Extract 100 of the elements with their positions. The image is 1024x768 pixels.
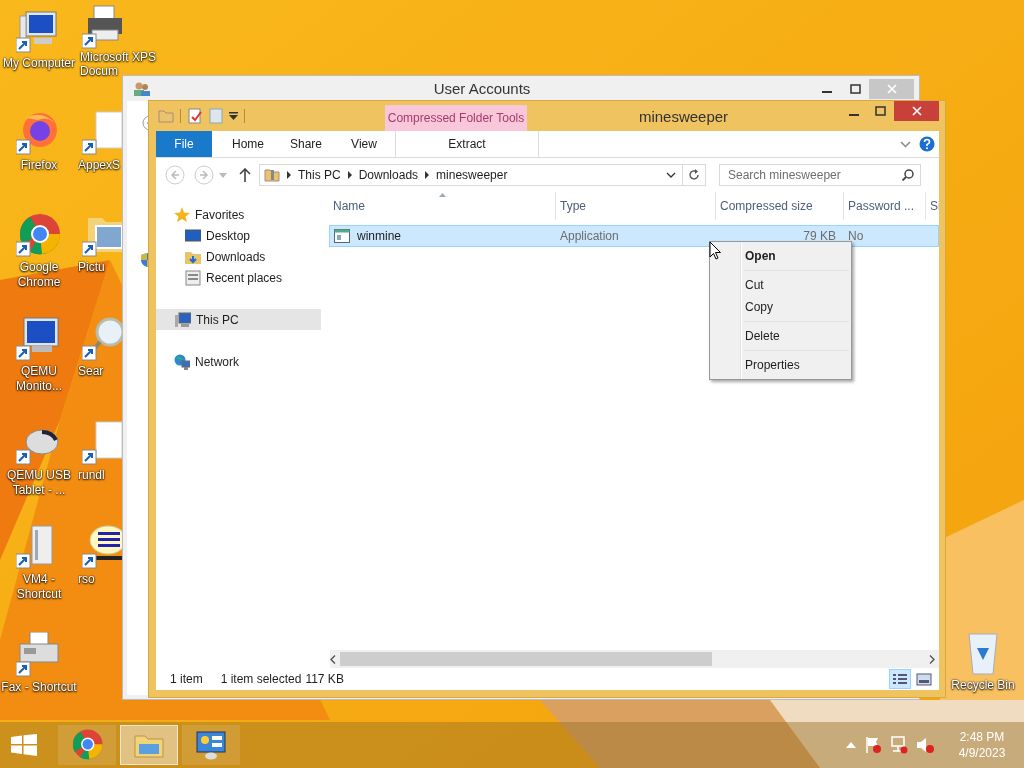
minimize-icon [848, 113, 859, 116]
search-icon [902, 169, 914, 181]
desktop-icon-label: QEMU Monito... [15, 364, 63, 394]
maximize-icon [875, 106, 886, 116]
address-bar[interactable]: This PC Downloads minesweeper [259, 164, 683, 186]
details-view-icon [892, 672, 908, 686]
refresh-icon [688, 169, 700, 181]
recent-icon [185, 269, 201, 286]
desktop-icon-label: Fax - Shortcut [0, 680, 78, 695]
column-header[interactable]: Type [555, 192, 715, 220]
help-icon[interactable] [919, 136, 935, 152]
control-panel-icon [195, 730, 227, 760]
favorites-icon [174, 206, 190, 223]
table-cell: Application [560, 229, 619, 243]
close-button[interactable] [894, 101, 939, 121]
desktop-icon-label: QEMU USB Tablet - ... [6, 468, 72, 498]
ribbon-tab[interactable]: Home [222, 131, 274, 157]
sort-caret-icon [439, 193, 446, 197]
desktop-icon [185, 227, 201, 244]
details-view-button[interactable] [889, 669, 911, 689]
window-title: minesweeper [637, 107, 730, 125]
blank-shortcut-icon[interactable] [82, 110, 122, 156]
chrome-icon [70, 728, 104, 762]
search-shortcut-icon[interactable] [82, 316, 122, 362]
close-icon [911, 106, 922, 116]
maximize-icon [849, 83, 861, 94]
refresh-button[interactable] [683, 164, 706, 186]
up-arrow-icon [239, 168, 251, 182]
properties-icon[interactable] [187, 108, 203, 124]
table-cell: winmine [357, 229, 401, 243]
breadcrumb[interactable]: minesweeper [436, 168, 508, 182]
nav-item[interactable]: Network [156, 351, 321, 372]
nav-item[interactable]: Desktop [156, 225, 321, 246]
window-title: User Accounts [432, 80, 532, 97]
pc-icon [175, 311, 191, 328]
selection-size: 117 KB [305, 672, 344, 686]
ribbon-tab[interactable]: View [338, 131, 390, 157]
close-icon [886, 83, 897, 94]
folder-icon [134, 732, 164, 758]
large-icons-view-icon [916, 672, 932, 686]
chevron-right-icon [346, 171, 353, 179]
horizontal-scrollbar[interactable] [330, 650, 939, 668]
dropdown-icon[interactable] [229, 112, 238, 120]
network-icon [174, 353, 190, 370]
scroll-right-icon[interactable] [929, 654, 935, 664]
mouse-cursor-icon [709, 241, 722, 260]
folder-icon [264, 167, 280, 183]
desktop-icon-label: rso [78, 572, 95, 587]
desktop-icon-label: Recycle Bin [950, 678, 1016, 693]
desktop-icon-label: Microsoft XPS Docum [80, 50, 158, 78]
ribbon-tab[interactable]: Extract [396, 131, 538, 157]
selection-status: 1 item selected [220, 672, 302, 686]
desktop-icon-label: Sear [78, 364, 104, 379]
nav-item[interactable]: This PC [156, 309, 321, 330]
network-icon[interactable] [890, 736, 908, 754]
application-icon [334, 229, 350, 243]
column-header[interactable]: Si [925, 192, 939, 220]
chevron-right-icon [286, 171, 292, 179]
caret-down-icon [219, 172, 227, 178]
item-count: 1 item [170, 672, 203, 686]
column-header[interactable]: Password ... [843, 192, 925, 220]
contextual-tab-group: Compressed Folder Tools [385, 105, 527, 131]
menu-item[interactable]: Cut [712, 274, 849, 296]
desktop-icon-label: My Computer [2, 56, 76, 71]
fax-shortcut-icon[interactable] [16, 632, 62, 678]
nav-item[interactable]: Downloads [156, 246, 321, 267]
menu-item[interactable]: Copy [712, 296, 849, 318]
up-button[interactable] [239, 168, 251, 182]
desktop-icon-label: Google Chrome [16, 260, 62, 290]
desktop-icon-label: Pictu [78, 260, 105, 275]
desktop-icon-label: Firefox [19, 158, 59, 173]
chevron-right-icon [424, 171, 431, 179]
breadcrumb[interactable]: Downloads [358, 168, 419, 182]
ribbon-tab[interactable]: Share [280, 131, 332, 157]
file-row[interactable]: winmine Application 79 KB No [329, 225, 939, 247]
desktop-icon-label: AppexS [78, 158, 121, 173]
nav-item[interactable]: Recent places [156, 267, 321, 288]
control-panel-taskbar-button[interactable] [182, 725, 240, 765]
menu-item[interactable]: Delete [712, 325, 849, 347]
windows-logo-icon [11, 734, 37, 756]
menu-item[interactable]: Properties [712, 354, 849, 376]
monitor-shortcut-icon[interactable] [16, 316, 62, 362]
speaker-icon[interactable] [916, 736, 934, 754]
ribbon-tab[interactable]: File [156, 131, 212, 157]
desktop-icon-label: VM4 - Shortcut [15, 572, 63, 602]
blank-shortcut-icon[interactable] [82, 420, 122, 466]
column-header[interactable]: Compressed size [715, 192, 843, 220]
chrome-taskbar-button[interactable] [58, 725, 116, 765]
minimize-icon [822, 91, 832, 93]
users-icon [133, 80, 151, 97]
table-cell: No [848, 229, 864, 243]
chrome-shortcut-icon[interactable] [16, 212, 62, 258]
column-header[interactable]: Name [329, 192, 555, 220]
search-box[interactable]: Search minesweeper [719, 164, 921, 186]
chevron-down-icon[interactable] [666, 172, 676, 178]
breadcrumb[interactable]: This PC [298, 168, 341, 182]
flag-icon[interactable] [864, 736, 882, 754]
table-cell: 79 KB [803, 229, 836, 243]
scroll-left-icon[interactable] [330, 654, 336, 664]
nav-item[interactable]: Favorites [156, 204, 321, 225]
